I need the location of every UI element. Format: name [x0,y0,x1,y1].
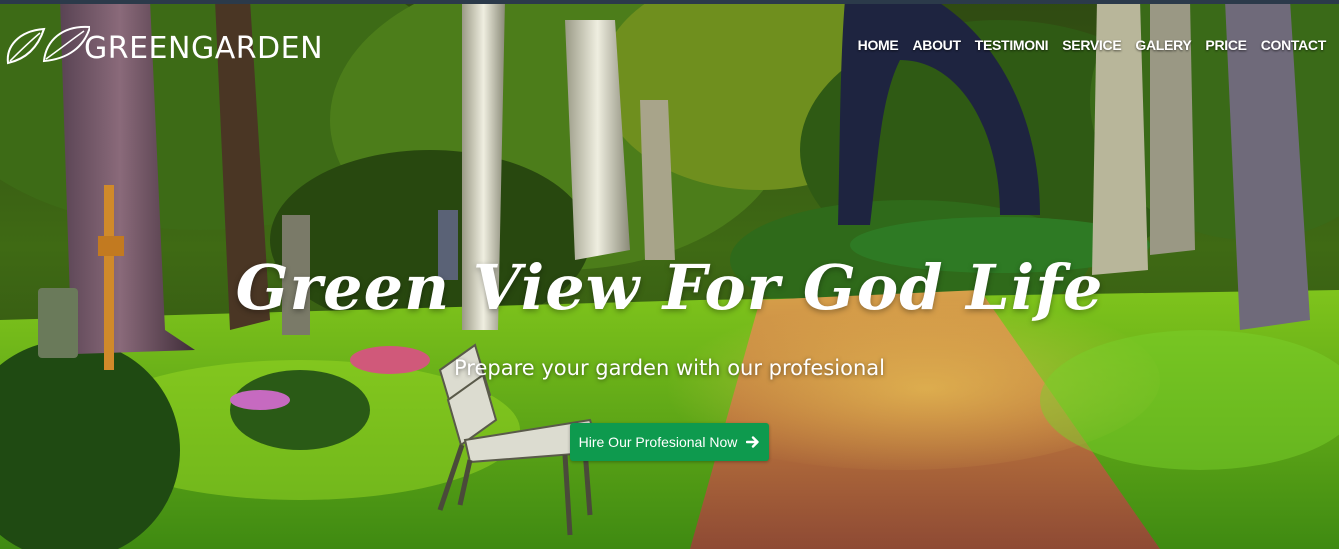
cta-label: Hire Our Profesional Now [578,434,738,450]
main-navbar: GREENGARDEN HOME ABOUT TESTIMONI SERVICE… [0,4,1339,82]
nav-item-price[interactable]: PRICE [1198,36,1253,54]
nav-menu: HOME ABOUT TESTIMONI SERVICE GALERY PRIC… [851,36,1327,54]
nav-item-galery[interactable]: GALERY [1128,36,1198,54]
brand-link[interactable]: GREENGARDEN [4,12,323,72]
nav-item-contact[interactable]: CONTACT [1254,36,1327,54]
brand-name: GREENGARDEN [84,31,324,66]
nav-item-testimoni[interactable]: TESTIMONI [968,36,1056,54]
hire-professional-button[interactable]: Hire Our Profesional Now [570,423,769,461]
nav-item-home[interactable]: HOME [851,36,906,54]
nav-item-about[interactable]: ABOUT [905,36,967,54]
forest-background-image [0,0,1339,549]
hero-section: GREENGARDEN HOME ABOUT TESTIMONI SERVICE… [0,0,1339,549]
nav-item-service[interactable]: SERVICE [1055,36,1128,54]
leaf-logo-icon [6,25,90,65]
arrow-right-icon [746,436,760,448]
